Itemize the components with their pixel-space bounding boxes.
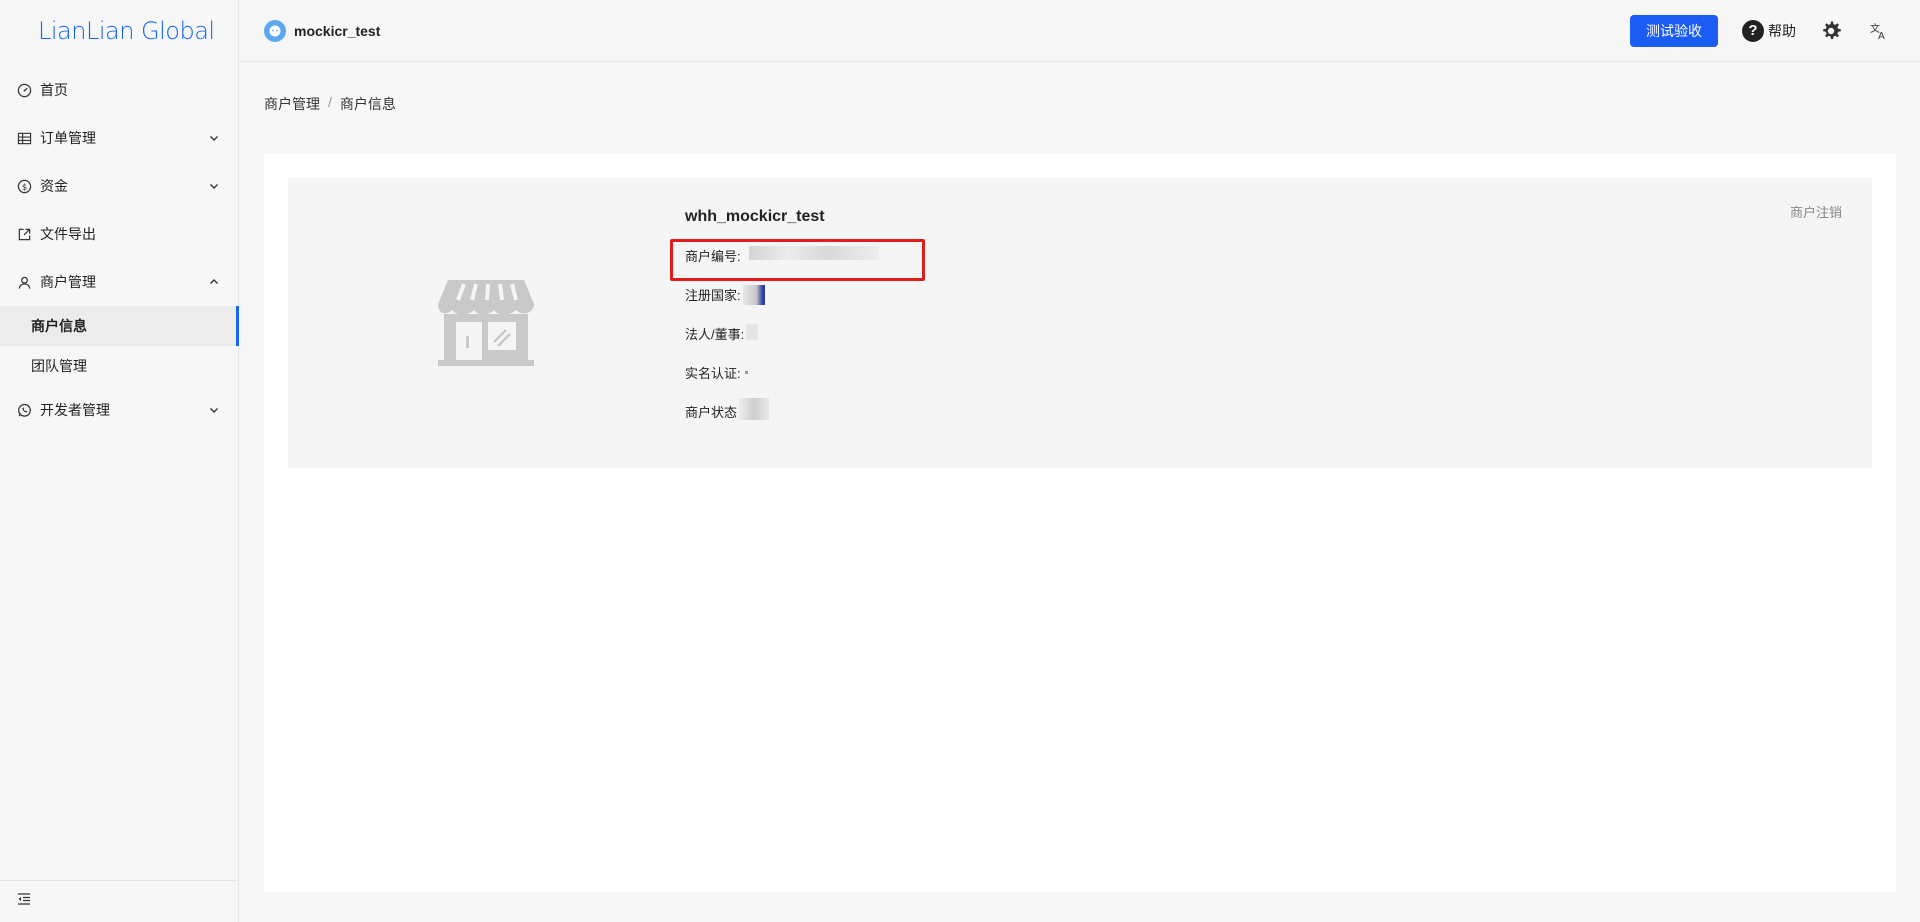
status-value-redacted [739,398,770,420]
breadcrumb-item-merchant[interactable]: 商户管理 [264,94,320,114]
breadcrumb: 商户管理 / 商户信息 [264,94,396,114]
sidebar-item-developer[interactable]: 开发者管理 [0,386,238,434]
help-button[interactable]: ? 帮助 [1742,19,1796,42]
sidebar-subitem-label: 商户信息 [31,318,87,334]
svg-text:$: $ [21,181,26,191]
top-header: mockicr_test 测试验收 ? 帮助 文 A [240,0,1920,62]
chevron-down-icon [208,404,220,416]
sidebar-item-label: 资金 [40,178,68,194]
account-switcher[interactable]: mockicr_test [264,19,1630,42]
test-acceptance-button[interactable]: 测试验收 [1630,14,1718,47]
breadcrumb-item-merchant-info: 商户信息 [339,96,396,112]
export-icon [16,226,32,242]
account-name: mockicr_test [294,22,381,39]
main-card: whh_mockicr_test 商户编号: 注册国家: 法人/董事: 实名认证… [264,154,1896,892]
table-icon [16,130,32,146]
status-label: 商户状态 [685,405,738,420]
sidebar-subitem-team[interactable]: 团队管理 [0,346,238,386]
sidebar-item-label: 首页 [40,82,68,98]
sidebar-item-funds[interactable]: $ 资金 [0,162,238,210]
country-row: 注册国家: [685,285,879,324]
avatar [264,19,286,42]
chevron-down-icon [208,180,220,192]
help-icon: ? [1742,19,1764,42]
country-label: 注册国家: [685,288,741,303]
sidebar-item-home[interactable]: 首页 [0,66,238,114]
verification-value-redacted [744,371,748,374]
dollar-icon: $ [16,178,32,194]
merchant-info-list: whh_mockicr_test 商户编号: 注册国家: 法人/董事: 实名认证… [670,208,925,441]
sidebar-subitem-merchant-info[interactable]: 商户信息 [0,306,239,346]
verification-row: 实名认证: [685,363,879,402]
legal-rep-row: 法人/董事: [685,324,879,363]
sidebar-subitem-label: 团队管理 [31,358,87,374]
breadcrumb-separator: / [328,94,332,110]
store-icon [434,276,538,368]
highlight-box [670,239,925,281]
country-value-redacted [742,285,765,305]
whatsapp-icon [16,402,32,418]
sidebar: LianLian Global 首页 订单管理 $ 资金 文件导出 商户管理 商… [0,0,239,922]
sidebar-item-orders[interactable]: 订单管理 [0,114,238,162]
sidebar-item-label: 商户管理 [40,274,96,290]
sidebar-item-label: 开发者管理 [40,402,110,418]
merchant-profile-panel: whh_mockicr_test 商户编号: 注册国家: 法人/董事: 实名认证… [288,178,1872,468]
verification-label: 实名认证: [685,366,741,381]
user-icon [16,274,32,290]
help-label: 帮助 [1768,22,1796,39]
settings-gear-icon[interactable] [1818,18,1844,44]
dashboard-icon [16,82,32,98]
sidebar-item-file-export[interactable]: 文件导出 [0,210,238,258]
brand-logo[interactable]: LianLian Global [0,0,238,62]
collapse-menu-icon[interactable] [16,891,32,912]
svg-text:A: A [1878,31,1885,41]
sidebar-footer [0,880,239,922]
sidebar-item-merchant[interactable]: 商户管理 [0,258,238,306]
sidebar-nav: 首页 订单管理 $ 资金 文件导出 商户管理 商户信息 团队管理 开发者管理 [0,66,239,434]
sidebar-item-label: 文件导出 [40,226,96,242]
language-translate-icon[interactable]: 文 A [1866,18,1892,44]
chevron-down-icon [208,132,220,144]
chevron-up-icon [208,276,220,288]
merchant-name: whh_mockicr_test [685,208,825,225]
status-row: 商户状态 [685,398,879,441]
legal-rep-label: 法人/董事: [685,327,745,342]
sidebar-item-label: 订单管理 [40,130,96,146]
merchant-deregister-link[interactable]: 商户注销 [1790,202,1842,221]
legal-rep-value-redacted [746,324,759,340]
